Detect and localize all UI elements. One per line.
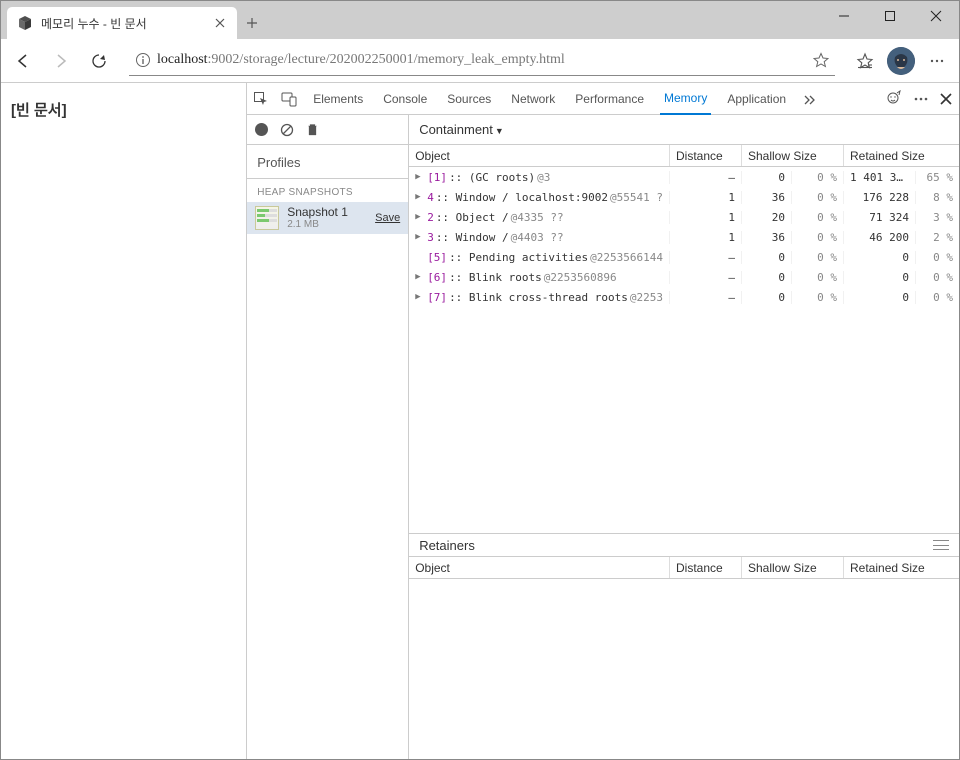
retainers-header[interactable]: Retainers — [409, 533, 959, 557]
forward-button[interactable] — [45, 45, 77, 77]
devtools-tabs: Elements Console Sources Network Perform… — [247, 83, 959, 115]
tab-memory[interactable]: Memory — [660, 83, 711, 115]
profiles-toolbar — [247, 115, 408, 145]
col-distance[interactable]: Distance — [669, 145, 741, 166]
heap-snapshots-label: HEAP SNAPSHOTS — [247, 179, 408, 202]
tab-title: 메모리 누수 - 빈 문서 — [41, 15, 205, 32]
close-window-button[interactable] — [913, 1, 959, 31]
grid-rows[interactable]: ▶[1] :: (GC roots) @3–00 %1 401 39265 %▶… — [409, 167, 959, 533]
col-object[interactable]: Object — [409, 145, 669, 166]
menu-button[interactable] — [921, 45, 953, 77]
page-content: [빈 문서] — [1, 83, 246, 759]
table-row[interactable]: ▶4 :: Window / localhost:9002 @55541 ?13… — [409, 187, 959, 207]
col-retained[interactable]: Retained Size — [843, 145, 959, 166]
clear-icon[interactable] — [280, 123, 294, 137]
tab-performance[interactable]: Performance — [571, 83, 648, 115]
address-bar[interactable]: localhost:9002/storage/lecture/202002250… — [129, 46, 835, 76]
view-dropdown[interactable]: Containment▼ — [419, 122, 504, 137]
browser-toolbar: localhost:9002/storage/lecture/202002250… — [1, 39, 959, 83]
delete-icon[interactable] — [306, 123, 319, 136]
profiles-sidebar: Profiles HEAP SNAPSHOTS Snapshot 1 2.1 M… — [247, 115, 409, 759]
close-tab-icon[interactable] — [213, 16, 227, 30]
rcol-retained[interactable]: Retained Size — [843, 557, 959, 578]
browser-tab[interactable]: 메모리 누수 - 빈 문서 — [7, 7, 237, 39]
tab-network[interactable]: Network — [507, 83, 559, 115]
snapshot-icon — [255, 206, 279, 230]
tab-console[interactable]: Console — [379, 83, 431, 115]
new-tab-button[interactable] — [237, 8, 267, 38]
table-row[interactable]: ▶3 :: Window / @4403 ??1360 %46 2002 % — [409, 227, 959, 247]
minimize-button[interactable] — [821, 1, 867, 31]
record-button[interactable] — [255, 123, 268, 136]
tab-sources[interactable]: Sources — [443, 83, 495, 115]
retainers-label: Retainers — [419, 538, 475, 553]
profiles-label: Profiles — [247, 145, 408, 179]
rcol-distance[interactable]: Distance — [669, 557, 741, 578]
snapshot-text: Snapshot 1 2.1 MB — [287, 206, 367, 230]
memory-main: Containment▼ Object Distance Shallow Siz… — [409, 115, 959, 759]
maximize-button[interactable] — [867, 1, 913, 31]
retainers-grid-header: Object Distance Shallow Size Retained Si… — [409, 557, 959, 579]
browser-tabs: 메모리 누수 - 빈 문서 — [1, 1, 821, 39]
settings-icon[interactable] — [913, 91, 929, 107]
table-row[interactable]: ▶[7] :: Blink cross-thread roots @2253–0… — [409, 287, 959, 307]
device-icon[interactable] — [281, 91, 297, 107]
star-icon[interactable] — [813, 52, 829, 68]
snapshot-item[interactable]: Snapshot 1 2.1 MB Save — [247, 202, 408, 234]
grid-header: Object Distance Shallow Size Retained Si… — [409, 145, 959, 167]
titlebar: 메모리 누수 - 빈 문서 — [1, 1, 959, 39]
retainers-body — [409, 579, 959, 759]
snapshot-size: 2.1 MB — [287, 219, 367, 230]
tab-application[interactable]: Application — [723, 83, 790, 115]
snapshot-save-link[interactable]: Save — [375, 212, 400, 224]
more-tabs-icon[interactable] — [802, 92, 816, 106]
site-info-icon[interactable] — [135, 52, 151, 68]
content-area: [빈 문서] Elements Console Sources Network … — [1, 83, 959, 759]
close-devtools-icon[interactable] — [939, 92, 953, 106]
url-text: localhost:9002/storage/lecture/202002250… — [157, 52, 565, 68]
inspect-icon[interactable] — [253, 91, 269, 107]
view-toolbar: Containment▼ — [409, 115, 959, 145]
table-row[interactable]: ▶[1] :: (GC roots) @3–00 %1 401 39265 % — [409, 167, 959, 187]
rcol-shallow[interactable]: Shallow Size — [741, 557, 843, 578]
devtools-panel: Elements Console Sources Network Perform… — [246, 83, 959, 759]
window-controls — [821, 1, 959, 31]
table-row[interactable]: ▶2 :: Object / @4335 ??1200 %71 3243 % — [409, 207, 959, 227]
profile-avatar[interactable] — [887, 47, 915, 75]
tab-elements[interactable]: Elements — [309, 83, 367, 115]
snapshot-name: Snapshot 1 — [287, 206, 367, 219]
page-title: [빈 문서] — [11, 99, 236, 120]
col-shallow[interactable]: Shallow Size — [741, 145, 843, 166]
containment-grid: Object Distance Shallow Size Retained Si… — [409, 145, 959, 533]
rcol-object[interactable]: Object — [409, 557, 669, 578]
table-row[interactable]: ▶[6] :: Blink roots @2253560896–00 %00 % — [409, 267, 959, 287]
page-icon — [17, 15, 33, 31]
retainers-menu-icon[interactable] — [933, 539, 949, 551]
table-row[interactable]: [5] :: Pending activities @2253566144–00… — [409, 247, 959, 267]
favorites-button[interactable] — [849, 45, 881, 77]
back-button[interactable] — [7, 45, 39, 77]
refresh-button[interactable] — [83, 45, 115, 77]
feedback-icon[interactable] — [885, 90, 903, 108]
devtools-body: Profiles HEAP SNAPSHOTS Snapshot 1 2.1 M… — [247, 115, 959, 759]
